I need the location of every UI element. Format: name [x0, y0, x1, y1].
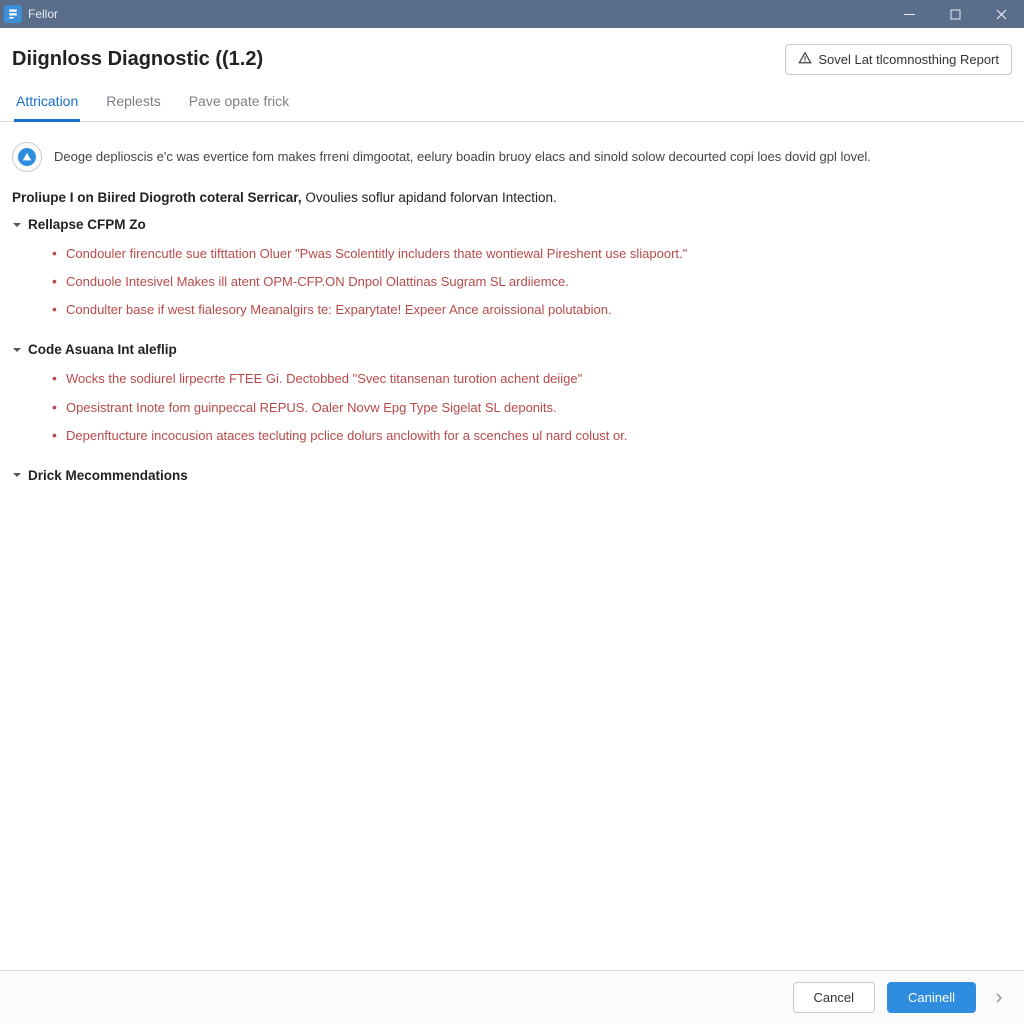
content-area: Deoge deplioscis e'c was evertice fom ma…: [0, 122, 1024, 1024]
chevron-down-icon: [12, 470, 22, 480]
save-report-button[interactable]: Sovel Lat tlcomnosthing Report: [785, 44, 1012, 75]
finding-item: Conduole Intesivel Makes ill atent OPM-C…: [52, 268, 1012, 296]
finding-item: Wocks the sodiurel lirpecrte FTEE Gi. De…: [52, 365, 1012, 393]
group-toggle[interactable]: Code Asuana Int aleflip: [12, 340, 1012, 359]
tab-pave-opate[interactable]: Pave opate frick: [187, 93, 291, 122]
window-title: Fellor: [28, 7, 58, 21]
page-header: Diignloss Diagnostic ((1.2) Sovel Lat tl…: [0, 28, 1024, 75]
diagnostic-group: Code Asuana Int aleflip Wocks the sodiur…: [12, 340, 1012, 455]
subheading-bold: Proliupe I on Biired Diogroth coteral Se…: [12, 190, 302, 205]
window-maximize-button[interactable]: [932, 0, 978, 28]
cancel-button[interactable]: Cancel: [793, 982, 875, 1013]
diagnostic-group: Drick Mecommendations: [12, 466, 1012, 485]
page-title: Diignloss Diagnostic ((1.2): [12, 48, 263, 71]
window-close-button[interactable]: [978, 0, 1024, 28]
group-toggle[interactable]: Rellapse CFPM Zo: [12, 215, 1012, 234]
info-text: Deoge deplioscis e'c was evertice fom ma…: [54, 142, 871, 167]
info-icon: [12, 142, 42, 172]
diagnostic-group: Rellapse CFPM Zo Condouler firencutle su…: [12, 215, 1012, 330]
tab-attrication[interactable]: Attrication: [14, 93, 80, 122]
dialog-footer: Cancel Caninell: [0, 970, 1024, 1024]
group-title: Code Asuana Int aleflip: [28, 342, 177, 357]
info-banner: Deoge deplioscis e'c was evertice fom ma…: [12, 138, 1012, 186]
group-items: Condouler firencutle sue tifttation Olue…: [12, 234, 1012, 330]
finding-item: Condulter base if west fialesory Meanalg…: [52, 296, 1012, 324]
app-icon: [4, 5, 22, 23]
subheading: Proliupe I on Biired Diogroth coteral Se…: [12, 186, 1012, 215]
primary-button[interactable]: Caninell: [887, 982, 976, 1013]
chevron-right-icon[interactable]: [988, 992, 1010, 1004]
subheading-rest: Ovoulies soflur apidand folorvan Intecti…: [302, 190, 557, 205]
finding-item: Depenftucture incocusion ataces teclutin…: [52, 422, 1012, 450]
warning-icon: [798, 51, 812, 68]
save-report-label: Sovel Lat tlcomnosthing Report: [818, 52, 999, 67]
group-title: Rellapse CFPM Zo: [28, 217, 146, 232]
finding-item: Condouler firencutle sue tifttation Olue…: [52, 240, 1012, 268]
finding-item: Opesistrant Inote fom guinpeccal REPUS. …: [52, 394, 1012, 422]
group-items: Wocks the sodiurel lirpecrte FTEE Gi. De…: [12, 359, 1012, 455]
window-minimize-button[interactable]: [886, 0, 932, 28]
group-toggle[interactable]: Drick Mecommendations: [12, 466, 1012, 485]
window-titlebar: Fellor: [0, 0, 1024, 28]
chevron-down-icon: [12, 345, 22, 355]
chevron-down-icon: [12, 220, 22, 230]
tab-bar: Attrication Replests Pave opate frick: [0, 75, 1024, 122]
group-title: Drick Mecommendations: [28, 468, 188, 483]
tab-replests[interactable]: Replests: [104, 93, 162, 122]
